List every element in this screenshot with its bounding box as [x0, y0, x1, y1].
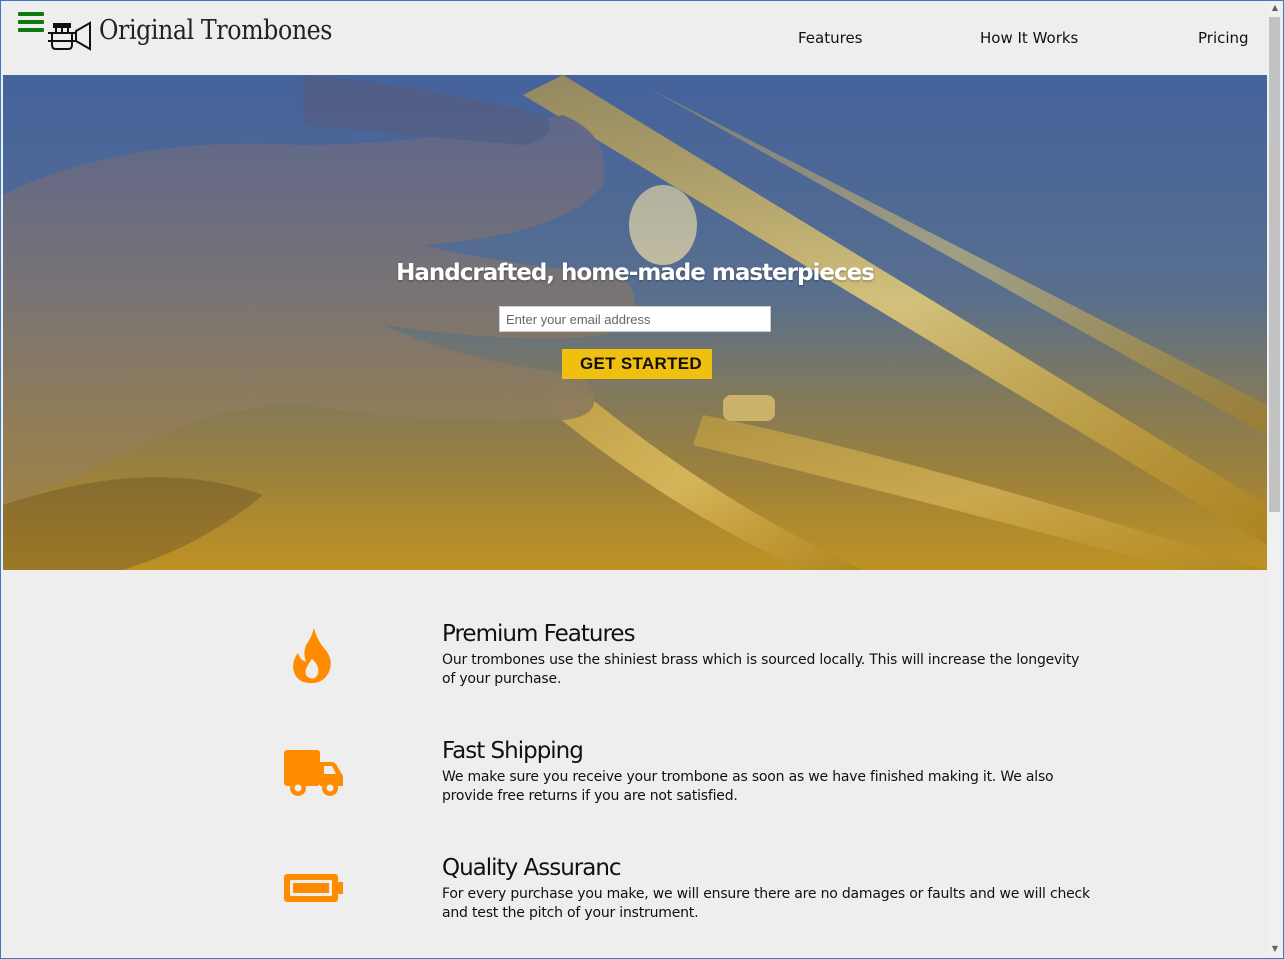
feature-item: Premium Features Our trombones use the s…	[2, 621, 1267, 721]
scrollbar-thumb[interactable]	[1269, 17, 1280, 512]
email-input[interactable]	[499, 306, 771, 332]
hamburger-menu-icon[interactable]	[18, 12, 44, 34]
nav-link-how-it-works[interactable]: How It Works	[980, 29, 1078, 47]
feature-description: Our trombones use the shiniest brass whi…	[442, 652, 1080, 687]
scroll-up-arrow-icon[interactable]: ▲	[1267, 1, 1283, 15]
nav-link-features[interactable]: Features	[798, 29, 863, 47]
features-section: Premium Features Our trombones use the s…	[2, 570, 1267, 958]
hero-content: Handcrafted, home-made masterpieces GET …	[3, 75, 1267, 570]
feature-description: For every purchase you make, we will ens…	[442, 886, 1090, 921]
feature-description: We make sure you receive your trombone a…	[442, 769, 1054, 804]
feature-item: Quality Assuranc For every purchase you …	[2, 855, 1267, 955]
logo-text[interactable]: Original Trombones	[99, 15, 333, 46]
feature-item: Fast Shipping We make sure you receive y…	[2, 738, 1267, 838]
vertical-scrollbar[interactable]: ▲ ▼	[1267, 1, 1283, 958]
trumpet-icon	[48, 21, 91, 51]
feature-title: Fast Shipping	[442, 738, 584, 764]
battery-icon	[284, 874, 343, 902]
browser-window: Original Trombones Features How It Works…	[0, 0, 1284, 959]
fire-icon	[293, 628, 331, 684]
page: Original Trombones Features How It Works…	[2, 1, 1267, 958]
get-started-button[interactable]: GET STARTED	[562, 349, 712, 379]
nav-link-pricing[interactable]: Pricing	[1198, 29, 1249, 47]
hero-section: Handcrafted, home-made masterpieces GET …	[3, 75, 1267, 570]
feature-title: Quality Assuranc	[442, 855, 622, 881]
scroll-down-arrow-icon[interactable]: ▼	[1267, 942, 1283, 956]
feature-title: Premium Features	[442, 621, 636, 647]
hero-title: Handcrafted, home-made masterpieces	[396, 260, 875, 286]
site-header: Original Trombones Features How It Works…	[2, 1, 1267, 75]
truck-icon	[284, 750, 343, 796]
